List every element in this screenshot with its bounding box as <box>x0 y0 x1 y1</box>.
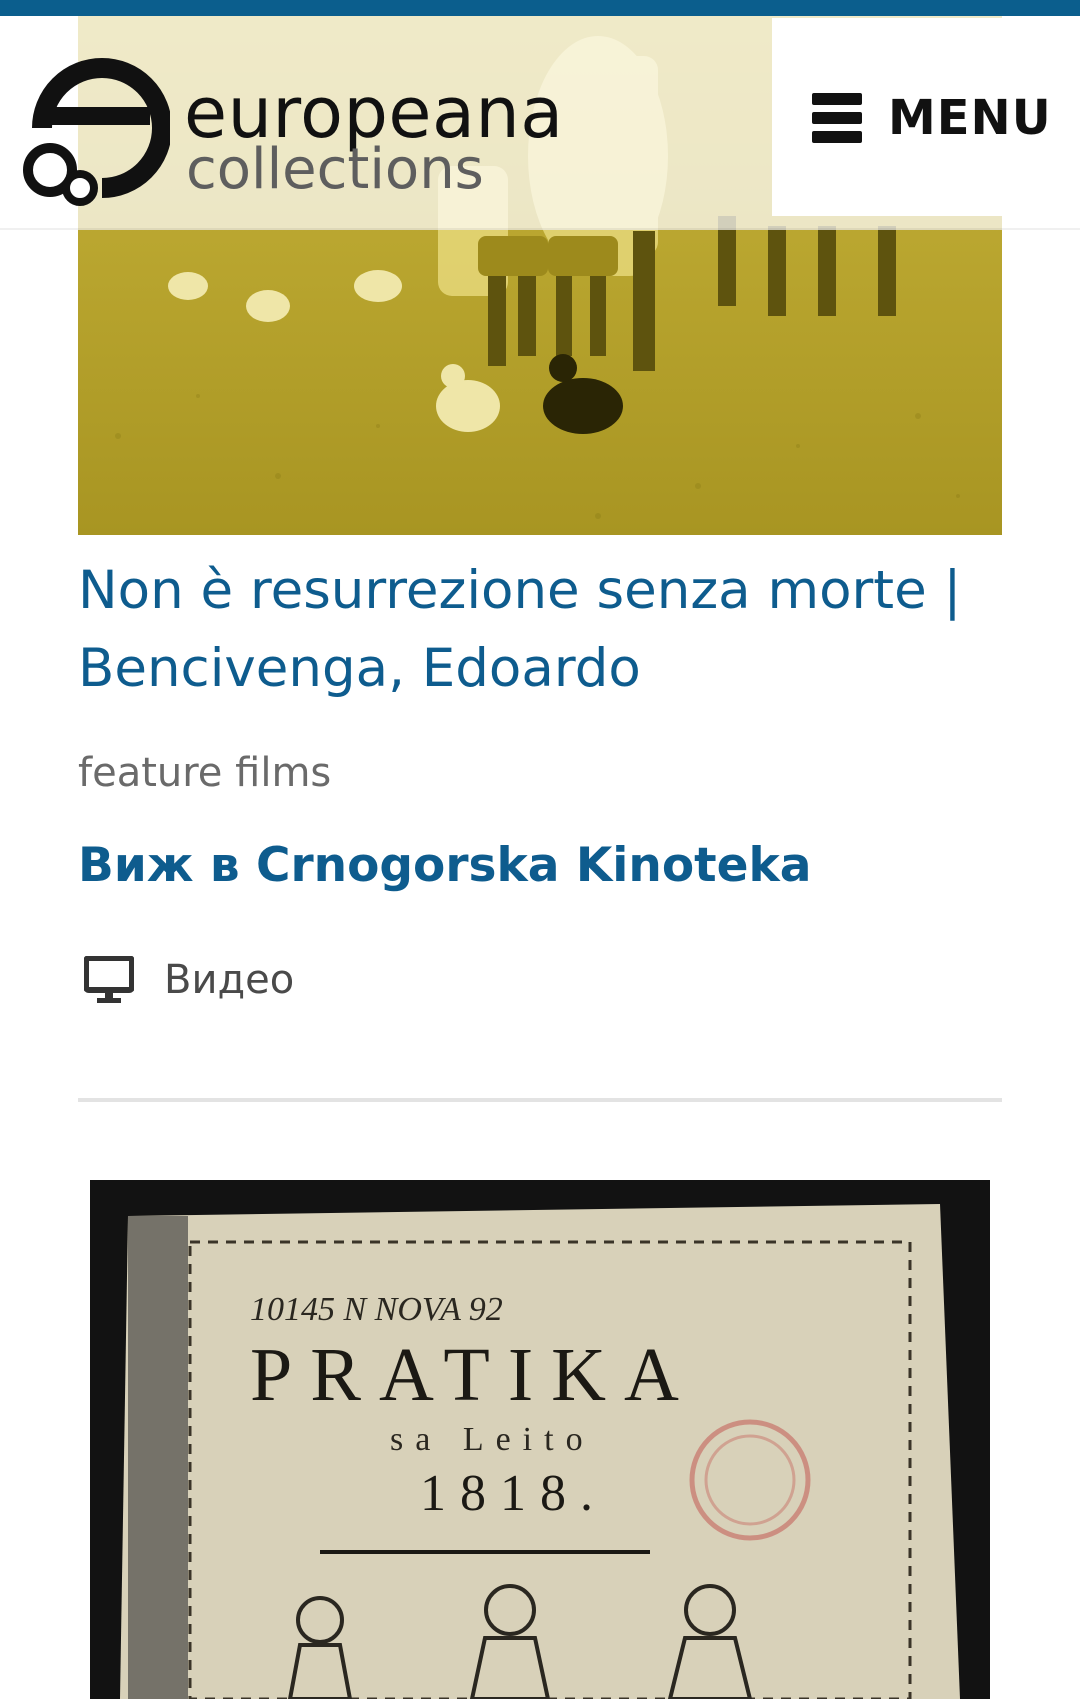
europeana-logo[interactable]: europeana collections <box>20 38 563 208</box>
logo-text-secondary: collections <box>186 137 484 202</box>
top-accent-bar <box>0 0 1080 16</box>
provider-link[interactable]: Виж в Crnogorska Kinoteka <box>78 838 811 893</box>
card-title[interactable]: Non è resurrezione senza morte | Bencive… <box>78 552 1002 708</box>
monitor-icon <box>84 956 134 1003</box>
card-title-line1: Non è resurrezione senza morte | <box>78 560 962 621</box>
book-title-text: PRATIKA <box>250 1333 697 1417</box>
book-cover-image[interactable]: 10145 N NOVA 92 PRATIKA sa Leito 1818. <box>90 1180 990 1699</box>
europeana-logo-mark-icon <box>23 58 170 206</box>
book-cover-illustration: 10145 N NOVA 92 PRATIKA sa Leito 1818. <box>90 1180 990 1699</box>
card-title-line2: Bencivenga, Edoardo <box>78 638 641 699</box>
book-subtitle-text: sa Leito <box>390 1421 595 1458</box>
menu-label: MENU <box>888 90 1052 146</box>
hamburger-icon <box>812 93 862 143</box>
media-type-row: Видео <box>84 950 294 1010</box>
media-type-label: Видео <box>164 957 295 1003</box>
menu-button[interactable]: MENU <box>812 84 1052 152</box>
card-divider <box>78 1098 1002 1102</box>
book-year-text: 1818. <box>420 1465 607 1522</box>
site-header: europeana collections MENU <box>0 16 1080 230</box>
book-handwritten-number: 10145 N NOVA 92 <box>250 1291 503 1328</box>
menu-panel: MENU <box>772 18 1080 216</box>
page: europeana collections MENU Non è resurre… <box>0 0 1080 1699</box>
card-type: feature films <box>78 750 332 796</box>
